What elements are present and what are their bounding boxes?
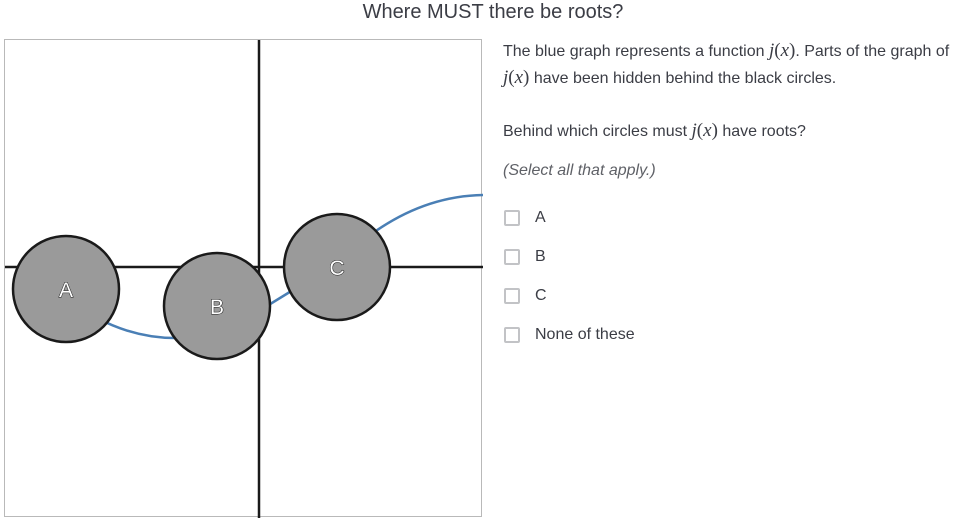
page-title: Where MUST there be roots? bbox=[362, 1, 624, 23]
function-graph: A B C bbox=[4, 39, 483, 518]
choice-b-label: B bbox=[535, 247, 546, 265]
description: The blue graph represents a function j(x… bbox=[503, 38, 980, 92]
checkbox-none[interactable] bbox=[504, 326, 520, 343]
choice-list: A B C None of these bbox=[503, 198, 980, 354]
circle-b-label: B bbox=[210, 296, 224, 319]
choice-b[interactable]: B bbox=[503, 237, 980, 276]
function-notation: j(x) bbox=[769, 40, 795, 61]
function-notation: j(x) bbox=[503, 67, 529, 88]
select-hint: (Select all that apply.) bbox=[503, 162, 656, 179]
func-var: x bbox=[780, 40, 789, 61]
choice-none-label: None of these bbox=[535, 325, 635, 343]
checkbox-a[interactable] bbox=[504, 209, 520, 226]
graph-canvas: A B C bbox=[5, 40, 483, 518]
checkbox-c[interactable] bbox=[504, 287, 520, 304]
choice-a[interactable]: A bbox=[503, 198, 980, 237]
description-text-3: have been hidden behind the black circle… bbox=[529, 70, 837, 87]
function-notation: j(x) bbox=[692, 120, 718, 141]
question-text-1: Behind which circles must bbox=[503, 123, 692, 140]
circle-a-label: A bbox=[59, 279, 73, 302]
curve-segment-c-right bbox=[372, 193, 483, 235]
choice-c[interactable]: C bbox=[503, 276, 980, 315]
checkbox-b[interactable] bbox=[504, 248, 520, 265]
circle-c: C bbox=[282, 212, 392, 322]
func-var: x bbox=[514, 67, 524, 88]
choice-c-label: C bbox=[535, 286, 547, 304]
description-text-1: The blue graph represents a function bbox=[503, 43, 769, 60]
question-text-2: have roots? bbox=[717, 123, 806, 140]
choice-a-label: A bbox=[535, 208, 546, 226]
choice-none[interactable]: None of these bbox=[503, 315, 980, 354]
circle-c-label: C bbox=[329, 257, 344, 280]
circle-a: A bbox=[11, 234, 121, 344]
description-text-2: . Parts of the graph of bbox=[795, 43, 950, 60]
circle-b: B bbox=[162, 251, 272, 361]
question-text: Behind which circles must j(x) have root… bbox=[503, 118, 980, 145]
func-var: x bbox=[703, 120, 712, 141]
question-panel: The blue graph represents a function j(x… bbox=[503, 38, 980, 354]
